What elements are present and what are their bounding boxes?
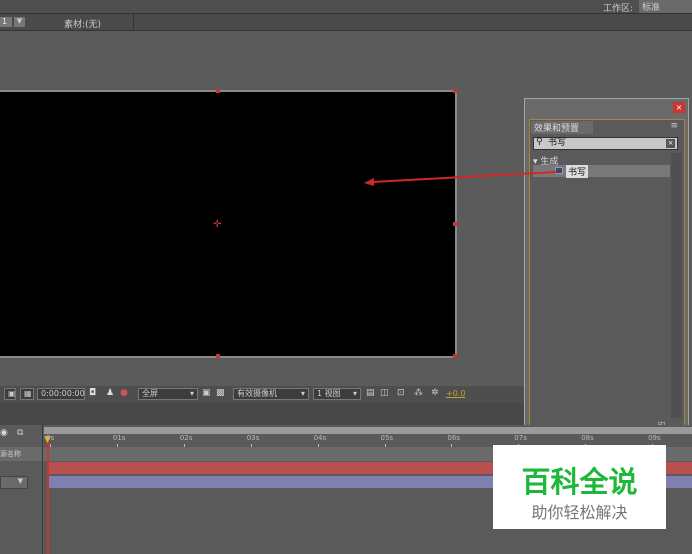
current-time-indicator[interactable] (47, 435, 49, 554)
watermark: 百科全说 助你轻松解决 (493, 445, 666, 529)
panel-divider (42, 425, 43, 554)
show-snapshot-icon[interactable]: ♟ (106, 388, 114, 398)
ruler-label: 0s (46, 434, 55, 442)
ruler-label: 09s (648, 434, 661, 442)
mode-dropdown[interactable]: ▼ (0, 476, 28, 489)
region-icon[interactable]: ▣ (4, 388, 16, 400)
ruler-label: 07s (514, 434, 527, 442)
ruler-label: 06s (447, 434, 460, 442)
color-channel-icon[interactable]: ● (120, 388, 128, 398)
ruler-label: 08s (581, 434, 594, 442)
timeline-icon[interactable]: ⊡ (397, 388, 405, 398)
ruler-tick (317, 444, 319, 447)
toggle-pixel-icon[interactable]: ▤ (366, 388, 375, 398)
flowchart-icon[interactable]: ⁂ (414, 388, 423, 398)
transparency-grid-icon[interactable]: ▩ (216, 388, 225, 398)
resolution-dropdown[interactable]: 全屏 ▾ (138, 388, 198, 400)
views-value: 1 视图 (317, 389, 341, 398)
view-layout-dropdown[interactable]: 1 视图 ▾ (313, 388, 361, 400)
ruler-label: 02s (179, 434, 193, 442)
camera-snapshot-icon[interactable]: ◘ (89, 388, 96, 398)
comp-flow-icon[interactable]: ⧉ (17, 428, 23, 438)
ruler-label: 03s (246, 434, 260, 442)
ruler-label: 04s (313, 434, 327, 442)
work-area-bar[interactable] (44, 427, 692, 434)
layer-source-label: 源名称 (0, 450, 21, 458)
ruler-tick (183, 444, 185, 447)
camera-dropdown[interactable]: 有效摄像机 ▾ (233, 388, 309, 400)
grid-icon[interactable]: ▦ (20, 388, 34, 400)
ruler-tick (116, 444, 118, 447)
exposure-icon[interactable]: ✲ (431, 388, 439, 398)
roi-icon[interactable]: ▣ (202, 388, 211, 398)
resolution-value: 全屏 (142, 389, 158, 398)
fast-preview-icon[interactable]: ◫ (380, 388, 389, 398)
watermark-title: 百科全说 (521, 465, 638, 499)
timeline-header (0, 403, 524, 425)
viewer-toolbar: ▣ ▦ 0:00:00:00 ◘ ♟ ● 全屏 ▾ ▣ ▩ 有效摄像机 ▾ 1 视图… (0, 386, 524, 403)
camera-value: 有效摄像机 (237, 389, 277, 398)
ruler-label: 05s (380, 434, 394, 442)
ruler-tick (50, 444, 51, 447)
ruler-tick (384, 444, 386, 447)
exposure-value[interactable]: +0.0 (446, 389, 465, 398)
watermark-subtitle: 助你轻松解决 (531, 503, 628, 522)
ruler-label: 01s (112, 434, 126, 442)
ruler-tick (250, 444, 252, 447)
timecode[interactable]: 0:00:00:00 (37, 388, 85, 400)
preview-eye-icon[interactable]: ◉ (0, 428, 8, 438)
ruler-tick (451, 444, 453, 447)
